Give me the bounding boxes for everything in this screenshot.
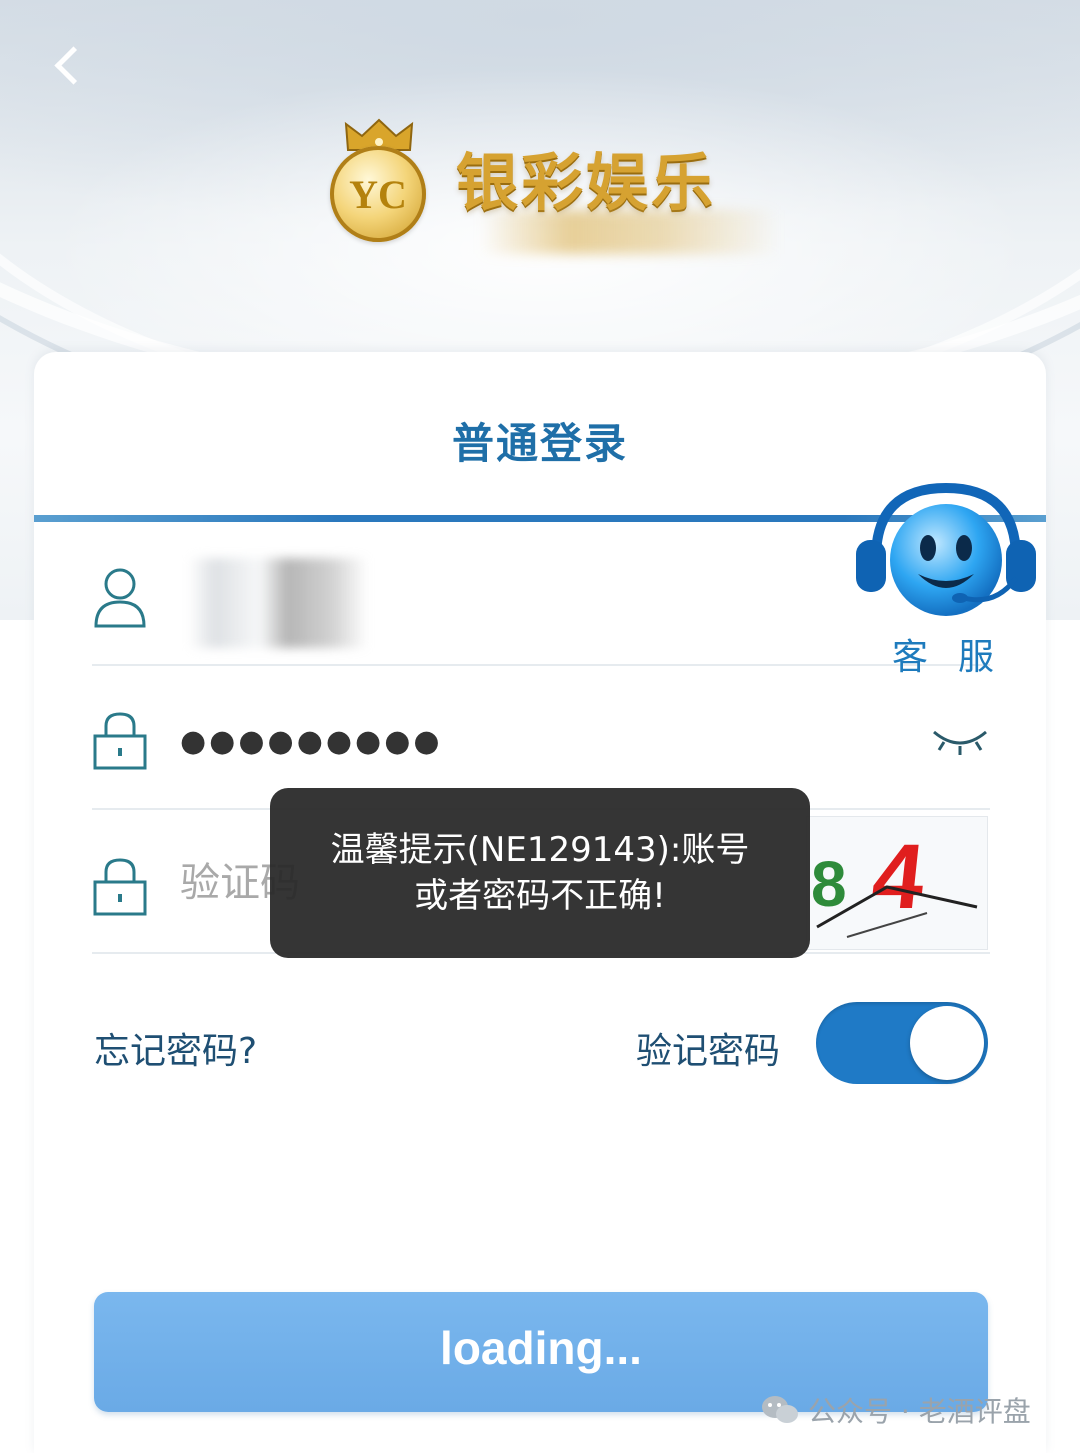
user-icon: [94, 568, 146, 628]
watermark-text: 公众号 · 老酒评盘: [808, 1395, 1031, 1428]
password-value: ●●●●●●●●●: [180, 724, 443, 759]
toggle-knob: [910, 1006, 984, 1080]
brand-logo: YC 银彩娱乐: [330, 118, 780, 268]
customer-service-label: 客服: [892, 637, 1025, 678]
wechat-icon: [762, 1396, 798, 1423]
error-toast-message: 温馨提示(NE129143):账号或者密码不正确!: [330, 830, 750, 916]
back-button[interactable]: [44, 40, 94, 90]
remember-password-label: 验记密码: [636, 1031, 781, 1072]
tab-normal-login[interactable]: 普通登录: [0, 410, 1080, 471]
brand-emblem: YC: [330, 146, 426, 242]
headset-smiley-icon: [856, 482, 1036, 616]
captcha-noise: [816, 885, 978, 938]
watermark: 公众号 · 老酒评盘: [760, 1390, 1031, 1430]
lock-icon: [93, 712, 147, 770]
chevron-left-icon: [54, 46, 93, 85]
username-value-blurred: [188, 558, 368, 648]
brand-title: 银彩娱乐: [456, 146, 717, 219]
lock-icon: [93, 858, 147, 916]
eye-closed-icon[interactable]: [930, 718, 990, 758]
remember-password-toggle[interactable]: [816, 1002, 988, 1084]
error-toast: 温馨提示(NE129143):账号或者密码不正确!: [270, 788, 810, 958]
brand-subtitle-blurred: [480, 210, 780, 254]
forgot-password-link[interactable]: 忘记密码?: [94, 1022, 257, 1074]
captcha-image[interactable]: 8 4: [806, 816, 988, 950]
